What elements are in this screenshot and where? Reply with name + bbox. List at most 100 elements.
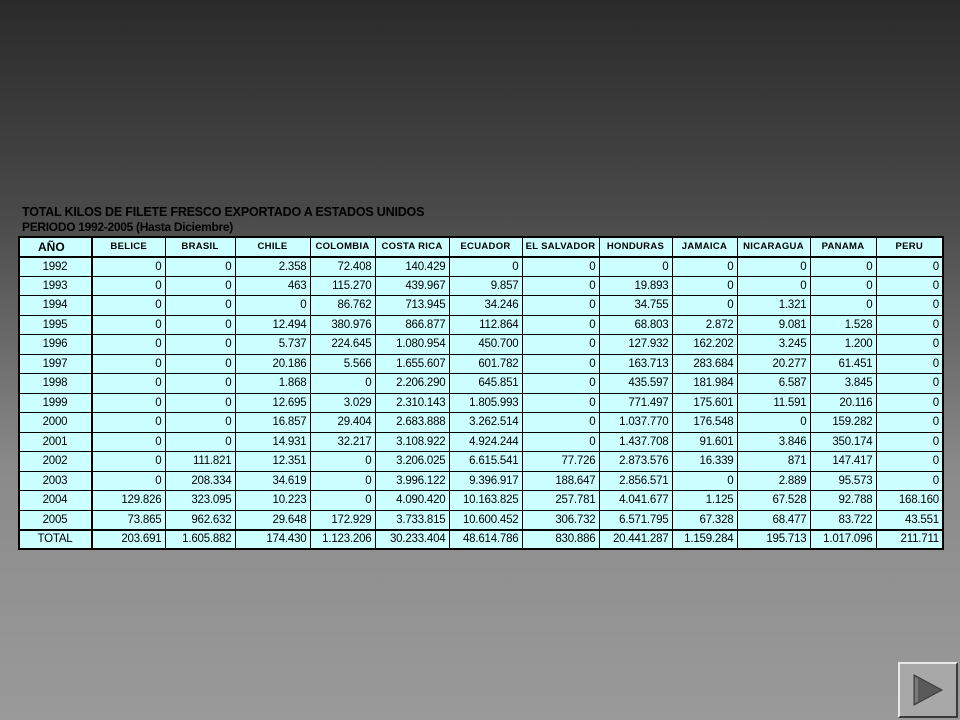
- value-cell: 0: [234, 295, 311, 316]
- year-cell: 1993: [18, 275, 93, 296]
- table-row: 1996 0 0 5.737 224.645 1.080.954 450.700 0 127.9…: [18, 334, 944, 355]
- value-cell: 9.857: [448, 275, 523, 296]
- value-cell: 0: [91, 412, 166, 433]
- value-cell: 3.262.514: [448, 412, 523, 433]
- value-cell: 1.125: [671, 490, 738, 511]
- column-header-nicaragua: NICARAGUA: [736, 236, 811, 258]
- value-cell: 34.619: [234, 470, 311, 491]
- value-cell: 380.976: [309, 314, 376, 335]
- value-cell: 162.202: [671, 334, 738, 355]
- value-cell: 67.528: [736, 490, 811, 511]
- total-value-cell: 20.441.287: [598, 528, 673, 550]
- value-cell: 871: [736, 451, 811, 472]
- value-cell: 181.984: [671, 373, 738, 394]
- total-value-cell: 1.123.206: [309, 528, 376, 550]
- year-cell: 1994: [18, 295, 93, 316]
- year-cell: 1996: [18, 334, 93, 355]
- column-header-costa-rica: COSTA RICA: [374, 236, 450, 258]
- value-cell: 168.160: [875, 490, 944, 511]
- value-cell: 172.929: [309, 509, 376, 530]
- value-cell: 0: [521, 431, 600, 452]
- table-row: 2000 0 0 16.857 29.404 2.683.888 3.262.514 0 1.0…: [18, 412, 944, 433]
- value-cell: 2.889: [736, 470, 811, 491]
- period-subtitle: PERIODO 1992-2005 (Hasta Diciembre): [22, 220, 233, 234]
- value-cell: 450.700: [448, 334, 523, 355]
- value-cell: 0: [91, 392, 166, 413]
- value-cell: 67.328: [671, 509, 738, 530]
- column-header-year: AÑO: [18, 236, 93, 258]
- value-cell: 0: [164, 373, 236, 394]
- table-row: 1998 0 0 1.868 0 2.206.290 645.851 0 435.597 181.…: [18, 373, 944, 394]
- value-cell: 91.601: [671, 431, 738, 452]
- value-cell: 0: [91, 295, 166, 316]
- year-cell: 2004: [18, 490, 93, 511]
- value-cell: 0: [309, 490, 376, 511]
- value-cell: 4.090.420: [374, 490, 450, 511]
- value-cell: 0: [164, 295, 236, 316]
- table-row: 1994 0 0 0 86.762 713.945 34.246 0 34.755 0 1.321 0…: [18, 295, 944, 316]
- value-cell: 0: [164, 334, 236, 355]
- next-slide-button[interactable]: [898, 662, 958, 718]
- total-value-cell: 1.605.882: [164, 528, 236, 550]
- value-cell: 6.571.795: [598, 509, 673, 530]
- value-cell: 962.632: [164, 509, 236, 530]
- year-cell: 1997: [18, 353, 93, 374]
- value-cell: 2.856.571: [598, 470, 673, 491]
- value-cell: 2.358: [234, 256, 311, 277]
- value-cell: 323.095: [164, 490, 236, 511]
- value-cell: 19.893: [598, 275, 673, 296]
- value-cell: 0: [875, 353, 944, 374]
- value-cell: 0: [164, 412, 236, 433]
- value-cell: 224.645: [309, 334, 376, 355]
- value-cell: 159.282: [809, 412, 877, 433]
- value-cell: 29.404: [309, 412, 376, 433]
- value-cell: 0: [164, 314, 236, 335]
- total-value-cell: 203.691: [91, 528, 166, 550]
- value-cell: 95.573: [809, 470, 877, 491]
- value-cell: 127.932: [598, 334, 673, 355]
- value-cell: 2.872: [671, 314, 738, 335]
- value-cell: 866.877: [374, 314, 450, 335]
- total-row: TOTAL 203.691 1.605.882 174.430 1.123.206 30.…: [18, 528, 944, 550]
- value-cell: 5.566: [309, 353, 376, 374]
- value-cell: 6.615.541: [448, 451, 523, 472]
- value-cell: 0: [875, 295, 944, 316]
- value-cell: 1.037.770: [598, 412, 673, 433]
- value-cell: 5.737: [234, 334, 311, 355]
- value-cell: 601.782: [448, 353, 523, 374]
- year-cell: 1998: [18, 373, 93, 394]
- main-title: TOTAL KILOS DE FILETE FRESCO EXPORTADO A…: [22, 205, 425, 219]
- table-titles: TOTAL KILOS DE FILETE FRESCO EXPORTADO A…: [22, 205, 424, 235]
- value-cell: 0: [521, 412, 600, 433]
- value-cell: 208.334: [164, 470, 236, 491]
- value-cell: 0: [91, 314, 166, 335]
- value-cell: 0: [736, 256, 811, 277]
- table-row: 1997 0 0 20.186 5.566 1.655.607 601.782 0 163.71…: [18, 353, 944, 374]
- value-cell: 645.851: [448, 373, 523, 394]
- value-cell: 12.351: [234, 451, 311, 472]
- value-cell: 72.408: [309, 256, 376, 277]
- total-label: TOTAL: [18, 528, 93, 550]
- value-cell: 0: [809, 256, 877, 277]
- column-header-colombia: COLOMBIA: [309, 236, 376, 258]
- value-cell: 2.683.888: [374, 412, 450, 433]
- value-cell: 0: [91, 275, 166, 296]
- value-cell: 0: [91, 334, 166, 355]
- value-cell: 3.029: [309, 392, 376, 413]
- year-cell: 2001: [18, 431, 93, 452]
- value-cell: 0: [521, 392, 600, 413]
- year-cell: 1992: [18, 256, 93, 277]
- value-cell: 0: [875, 373, 944, 394]
- value-cell: 1.868: [234, 373, 311, 394]
- value-cell: 1.805.993: [448, 392, 523, 413]
- value-cell: 463: [234, 275, 311, 296]
- year-cell: 2005: [18, 509, 93, 530]
- value-cell: 4.041.677: [598, 490, 673, 511]
- column-header-brasil: BRASIL: [164, 236, 236, 258]
- column-header-jamaica: JAMAICA: [671, 236, 738, 258]
- year-cell: 1995: [18, 314, 93, 335]
- column-header-ecuador: ECUADOR: [448, 236, 523, 258]
- total-value-cell: 1.159.284: [671, 528, 738, 550]
- value-cell: 0: [875, 412, 944, 433]
- value-cell: 34.246: [448, 295, 523, 316]
